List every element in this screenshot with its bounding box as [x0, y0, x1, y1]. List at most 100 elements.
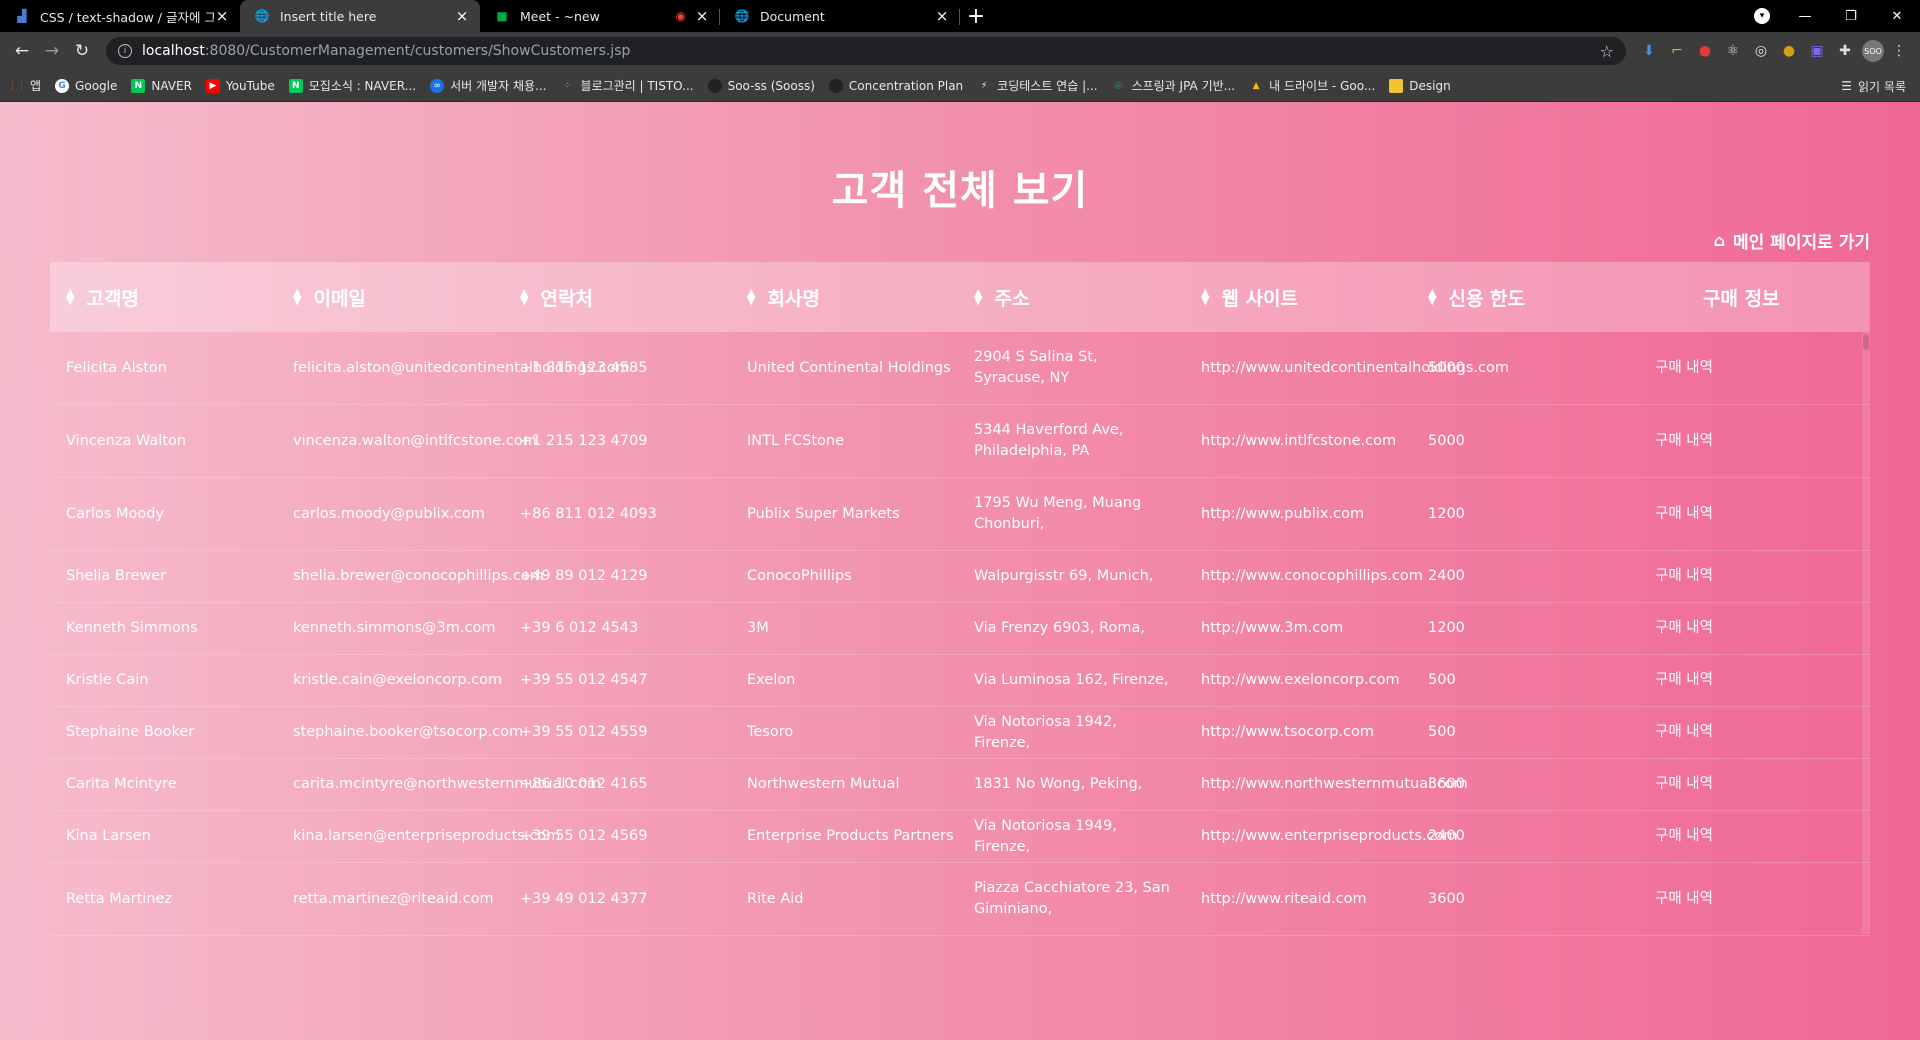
bookmark-item[interactable]: ⁘ 블로그관리 | TISTO... [560, 77, 694, 94]
bookmark-item[interactable]: ◎ 스프링과 JPA 기반... [1112, 77, 1236, 94]
new-tab-button[interactable]: + [960, 0, 992, 32]
bookmark-item[interactable]: G Google [55, 78, 117, 93]
cell-credit: 5000 [1428, 432, 1465, 449]
scrollbar-thumb[interactable] [1863, 334, 1869, 350]
bookmark-label: 스프링과 JPA 기반... [1131, 79, 1236, 93]
cell-name: Shelia Brewer [66, 568, 167, 584]
cell-name: Kenneth Simmons [66, 620, 198, 636]
bookmark-item[interactable]: ▶ YouTube [205, 78, 275, 93]
column-header-purchase: 구매 정보 [1639, 284, 1866, 311]
address-bar[interactable]: i localhost :8080/CustomerManagement/cus… [106, 37, 1626, 65]
reload-button[interactable]: ↻ [68, 37, 96, 65]
close-icon[interactable]: × [694, 7, 710, 25]
bookmark-label: 코딩테스트 연습 |... [997, 79, 1098, 93]
column-header-name[interactable]: ▲ ▼ 고객명 [50, 284, 277, 311]
column-header-website[interactable]: ▲ ▼ 웹 사이트 [1185, 284, 1412, 311]
bookmark-star-icon[interactable]: ☆ [1600, 42, 1614, 61]
header-label: 연락처 [540, 287, 593, 310]
column-header-company[interactable]: ▲ ▼ 회사명 [731, 284, 958, 311]
table-header: ▲ ▼ 고객명 ▲ ▼ 이메일 ▲ ▼ 연락처 ▲ ▼ 회사명 ▲ ▼ 주소 ▲ ▼ 웹 사이트 ▲ ▼ 신… [50, 262, 1870, 332]
customers-table: ▲ ▼ 고객명 ▲ ▼ 이메일 ▲ ▼ 연락처 ▲ ▼ 회사명 ▲ ▼ 주소 ▲ ▼ 웹 사이트 ▲ ▼ 신… [50, 262, 1870, 936]
cell-purchase[interactable]: 구매 내역 [1639, 774, 1866, 795]
cell-company: 3M [747, 620, 769, 636]
cookie-extension-icon[interactable]: ● [1776, 38, 1802, 64]
reading-list-button[interactable]: ☰ 읽기 목록 [1841, 70, 1906, 102]
cell-purchase[interactable]: 구매 내역 [1639, 722, 1866, 743]
header-label: 신용 한도 [1448, 287, 1526, 310]
cell-phone: +1 215 123 4709 [520, 432, 648, 449]
back-button[interactable]: ← [8, 37, 36, 65]
table-scrollbar[interactable] [1862, 332, 1870, 934]
cell-purchase[interactable]: 구매 내역 [1639, 566, 1866, 587]
bookmark-item[interactable]: N 모집소식 : NAVER... [288, 77, 416, 94]
column-header-phone[interactable]: ▲ ▼ 연락처 [504, 284, 731, 311]
cell-company: Rite Aid [747, 890, 804, 907]
cell-name: Retta Martinez [66, 890, 173, 907]
table-body: Felicita Alston felicita.alston@unitedcon… [50, 332, 1870, 936]
tab-css-text-shadow[interactable]: ▟ CSS / text-shadow / 글자에 그림 × [0, 0, 240, 32]
cell-phone: +86 811 012 4093 [520, 505, 657, 522]
bookmark-item[interactable]: Design [1389, 78, 1451, 93]
puzzle-extensions-icon[interactable]: ✚ [1832, 38, 1858, 64]
cell-email: kristle.cain@exeloncorp.com [293, 672, 503, 688]
sort-icon[interactable]: ▲ ▼ [974, 287, 982, 306]
globe-icon: 🌐 [734, 9, 750, 23]
cell-company: Enterprise Products Partners [747, 828, 954, 844]
cell-phone: +39 49 012 4377 [520, 890, 648, 907]
cell-credit: 2400 [1428, 828, 1465, 844]
column-header-address[interactable]: ▲ ▼ 주소 [958, 284, 1185, 311]
react-extension-icon[interactable]: ⚛ [1720, 38, 1746, 64]
home-link[interactable]: ⌂ 메인 페이지로 가기 [1714, 228, 1870, 253]
cell-phone: +39 55 012 4569 [520, 828, 648, 844]
hand-extension-icon[interactable]: ● [1692, 38, 1718, 64]
tab-title: CSS / text-shadow / 글자에 그림 [40, 9, 214, 25]
sort-icon[interactable]: ▲ ▼ [66, 287, 74, 306]
close-icon[interactable]: × [934, 7, 950, 25]
close-window-button[interactable]: ✕ [1874, 0, 1920, 32]
column-header-credit[interactable]: ▲ ▼ 신용 한도 [1412, 284, 1639, 311]
cell-purchase[interactable]: 구매 내역 [1639, 431, 1866, 452]
blog-favicon-icon: ▟ [17, 9, 27, 23]
minimize-button[interactable]: — [1782, 0, 1828, 32]
cell-credit: 1200 [1428, 620, 1465, 636]
tab-search-icon[interactable]: ▾ [1754, 8, 1770, 24]
cell-purchase[interactable]: 구매 내역 [1639, 826, 1866, 847]
target-extension-icon[interactable]: ◎ [1748, 38, 1774, 64]
bookmark-item[interactable]: ⚡ 코딩테스트 연습 |... [977, 77, 1098, 94]
download-extension-icon[interactable]: ⬇ [1636, 38, 1662, 64]
cell-purchase[interactable]: 구매 내역 [1639, 670, 1866, 691]
tab-meet[interactable]: ■ Meet - ~new ◉ × [480, 0, 720, 32]
bookmark-item[interactable]: ∞ 서버 개발자 채용... [430, 77, 546, 94]
cell-purchase[interactable]: 구매 내역 [1639, 504, 1866, 525]
bookmark-item[interactable]: ▲ 내 드라이브 - Goo... [1249, 77, 1376, 94]
forward-button[interactable]: → [38, 37, 66, 65]
cell-purchase[interactable]: 구매 내역 [1639, 618, 1866, 639]
cell-email: stephaine.booker@tsocorp.com [293, 724, 524, 740]
table-row: Kristle Cain kristle.cain@exeloncorp.com +… [50, 655, 1870, 707]
tag-extension-icon[interactable]: ⌐ [1664, 38, 1690, 64]
bookmark-item[interactable]: ⋮⋮ 앱 [8, 77, 41, 94]
sort-icon[interactable]: ▲ ▼ [747, 287, 755, 306]
sort-icon[interactable]: ▲ ▼ [293, 287, 301, 306]
cell-website: http://www.exeloncorp.com [1201, 672, 1400, 688]
close-icon[interactable]: × [214, 7, 230, 25]
column-header-email[interactable]: ▲ ▼ 이메일 [277, 284, 504, 311]
sort-icon[interactable]: ▲ ▼ [1428, 287, 1436, 306]
sort-icon[interactable]: ▲ ▼ [520, 287, 528, 306]
bookmark-item[interactable]: N NAVER [131, 78, 192, 93]
more-menu-icon[interactable]: ⋮ [1886, 38, 1912, 64]
tab-insert-title-here[interactable]: 🌐 Insert title here × [240, 0, 480, 32]
close-icon[interactable]: × [454, 7, 470, 25]
cell-purchase[interactable]: 구매 내역 [1639, 358, 1866, 379]
bookmark-label: Soo-ss (Sooss) [727, 78, 815, 93]
cell-purchase[interactable]: 구매 내역 [1639, 889, 1866, 910]
browser-toolbar: ← → ↻ i localhost :8080/CustomerManageme… [0, 32, 1920, 70]
site-info-icon[interactable]: i [118, 44, 132, 58]
bookmark-item[interactable]: Concentration Plan [828, 78, 963, 93]
bookmark-item[interactable]: Soo-ss (Sooss) [707, 78, 815, 93]
restore-button[interactable]: ❐ [1828, 0, 1874, 32]
video-extension-icon[interactable]: ▣ [1804, 38, 1830, 64]
profile-avatar[interactable]: SOO [1862, 40, 1884, 62]
sort-icon[interactable]: ▲ ▼ [1201, 287, 1209, 306]
tab-document[interactable]: 🌐 Document × [720, 0, 960, 32]
